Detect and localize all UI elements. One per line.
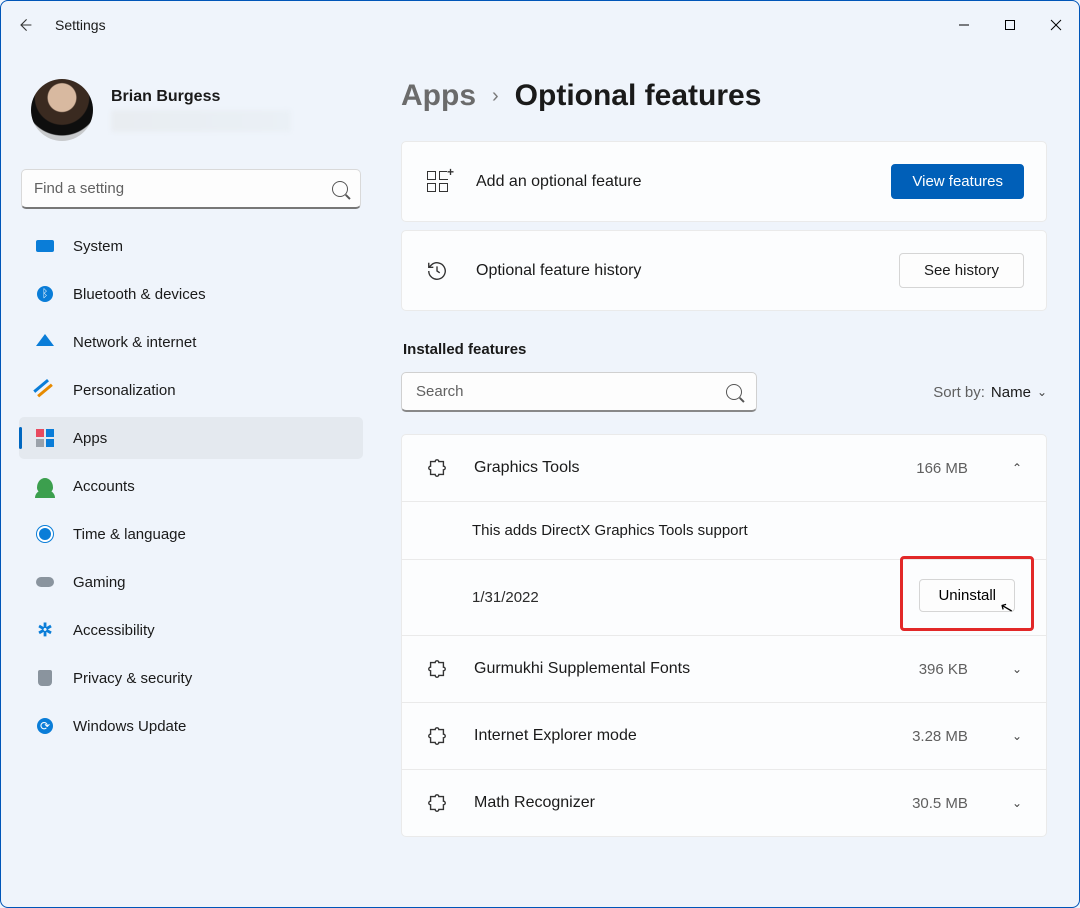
nav-label: System: [73, 238, 123, 255]
feature-item-graphics-tools: Graphics Tools 166 MB ⌃ This adds Direct…: [402, 435, 1046, 636]
gamepad-icon: [35, 572, 55, 592]
nav-apps[interactable]: Apps: [19, 417, 363, 459]
profile-name: Brian Burgess: [111, 88, 355, 106]
see-history-button[interactable]: See history: [899, 253, 1024, 288]
window-controls: [941, 9, 1079, 41]
view-features-button[interactable]: View features: [891, 164, 1024, 199]
feature-name: Math Recognizer: [474, 794, 886, 812]
chevron-down-icon: ⌄: [1012, 662, 1022, 676]
chevron-down-icon: ⌄: [1012, 729, 1022, 743]
chevron-right-icon: ›: [492, 85, 499, 108]
nav-label: Personalization: [73, 382, 176, 399]
feature-name: Internet Explorer mode: [474, 727, 886, 745]
installed-search[interactable]: Search: [401, 372, 757, 412]
feature-header[interactable]: Graphics Tools 166 MB ⌃: [402, 435, 1046, 501]
feature-size: 166 MB: [916, 460, 968, 477]
card-label: Optional feature history: [476, 262, 873, 280]
feature-footer: 1/31/2022 Uninstall ↖: [402, 559, 1046, 635]
nav-label: Gaming: [73, 574, 126, 591]
profile-email-blurred: [111, 110, 291, 132]
search-icon: [332, 181, 348, 197]
feature-header[interactable]: Math Recognizer 30.5 MB ⌄: [402, 770, 1046, 836]
history-icon: [424, 258, 450, 284]
nav: System ᛒ Bluetooth & devices Network & i…: [17, 225, 365, 747]
sidebar: Brian Burgess Find a setting System ᛒ Bl…: [1, 49, 373, 907]
feature-item-gurmukhi-fonts: Gurmukhi Supplemental Fonts 396 KB ⌄: [402, 636, 1046, 703]
nav-privacy[interactable]: Privacy & security: [19, 657, 363, 699]
feature-history-card: Optional feature history See history: [401, 230, 1047, 311]
feature-install-date: 1/31/2022: [472, 589, 539, 606]
nav-time-language[interactable]: Time & language: [19, 513, 363, 555]
feature-list: Graphics Tools 166 MB ⌃ This adds Direct…: [401, 434, 1047, 837]
breadcrumb: Apps › Optional features: [401, 79, 1047, 113]
add-feature-icon: +: [424, 169, 450, 195]
app-title: Settings: [55, 17, 106, 33]
nav-system[interactable]: System: [19, 225, 363, 267]
installed-features-title: Installed features: [403, 341, 1047, 358]
settings-search[interactable]: Find a setting: [21, 169, 361, 209]
nav-accessibility[interactable]: ✲ Accessibility: [19, 609, 363, 651]
maximize-button[interactable]: [987, 9, 1033, 41]
card-label: Add an optional feature: [476, 173, 865, 191]
breadcrumb-parent[interactable]: Apps: [401, 79, 476, 113]
close-button[interactable]: [1033, 9, 1079, 41]
account-icon: [35, 476, 55, 496]
nav-label: Accessibility: [73, 622, 155, 639]
system-icon: [35, 236, 55, 256]
minimize-button[interactable]: [941, 9, 987, 41]
feature-size: 3.28 MB: [912, 728, 968, 745]
chevron-down-icon: ⌄: [1037, 385, 1047, 399]
nav-label: Bluetooth & devices: [73, 286, 206, 303]
feature-size: 396 KB: [919, 661, 968, 678]
apps-icon: [35, 428, 55, 448]
nav-accounts[interactable]: Accounts: [19, 465, 363, 507]
nav-personalization[interactable]: Personalization: [19, 369, 363, 411]
nav-label: Network & internet: [73, 334, 196, 351]
add-optional-feature-card: + Add an optional feature View features: [401, 141, 1047, 222]
feature-item-ie-mode: Internet Explorer mode 3.28 MB ⌄: [402, 703, 1046, 770]
feature-header[interactable]: Gurmukhi Supplemental Fonts 396 KB ⌄: [402, 636, 1046, 702]
feature-size: 30.5 MB: [912, 795, 968, 812]
feature-header[interactable]: Internet Explorer mode 3.28 MB ⌄: [402, 703, 1046, 769]
nav-label: Privacy & security: [73, 670, 192, 687]
puzzle-icon: [426, 792, 448, 814]
highlight-annotation: Uninstall ↖: [900, 556, 1034, 631]
feature-name: Graphics Tools: [474, 459, 890, 477]
avatar: [31, 79, 93, 141]
puzzle-icon: [426, 457, 448, 479]
nav-network[interactable]: Network & internet: [19, 321, 363, 363]
nav-label: Time & language: [73, 526, 186, 543]
nav-gaming[interactable]: Gaming: [19, 561, 363, 603]
brush-icon: [35, 380, 55, 400]
nav-label: Windows Update: [73, 718, 186, 735]
nav-windows-update[interactable]: ⟳ Windows Update: [19, 705, 363, 747]
puzzle-icon: [426, 658, 448, 680]
breadcrumb-current: Optional features: [515, 79, 762, 113]
bluetooth-icon: ᛒ: [35, 284, 55, 304]
clock-globe-icon: [35, 524, 55, 544]
search-icon: [726, 384, 742, 400]
nav-label: Apps: [73, 430, 107, 447]
update-icon: ⟳: [35, 716, 55, 736]
titlebar: Settings: [1, 1, 1079, 49]
shield-icon: [35, 668, 55, 688]
feature-description: This adds DirectX Graphics Tools support: [402, 501, 1046, 559]
profile[interactable]: Brian Burgess: [17, 73, 365, 161]
sort-label: Sort by:: [933, 384, 985, 401]
wifi-icon: [35, 332, 55, 352]
chevron-up-icon: ⌃: [1012, 461, 1022, 475]
sort-by-dropdown[interactable]: Sort by: Name ⌄: [933, 384, 1047, 401]
main-content: Apps › Optional features + Add an option…: [373, 49, 1079, 907]
puzzle-icon: [426, 725, 448, 747]
search-placeholder: Search: [416, 383, 464, 400]
back-button[interactable]: [13, 13, 37, 37]
nav-label: Accounts: [73, 478, 135, 495]
sort-value: Name: [991, 384, 1031, 401]
nav-bluetooth[interactable]: ᛒ Bluetooth & devices: [19, 273, 363, 315]
accessibility-icon: ✲: [35, 620, 55, 640]
feature-name: Gurmukhi Supplemental Fonts: [474, 660, 893, 678]
search-placeholder: Find a setting: [34, 180, 124, 197]
feature-item-math-recognizer: Math Recognizer 30.5 MB ⌄: [402, 770, 1046, 836]
chevron-down-icon: ⌄: [1012, 796, 1022, 810]
